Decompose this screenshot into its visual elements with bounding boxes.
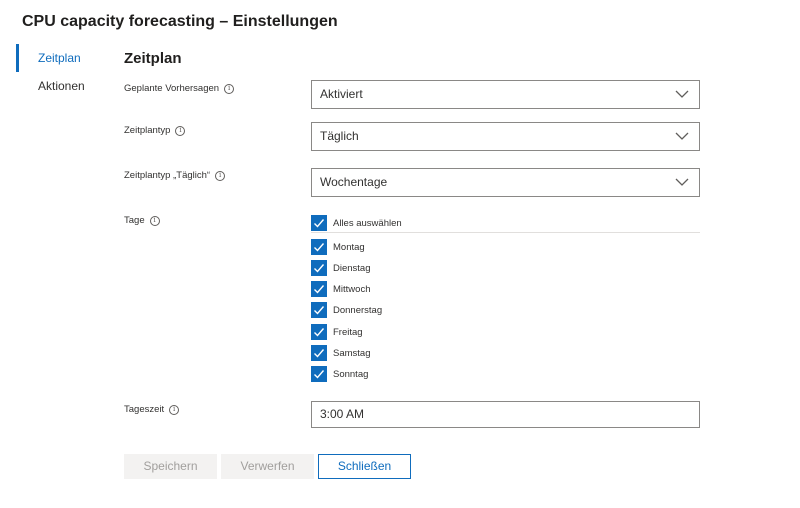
checkbox-checked[interactable] [311,260,327,276]
day-label: Dienstag [333,262,371,274]
checkmark-icon [314,306,325,315]
schedule-type-label-text: Zeitplantyp [124,125,171,136]
checkmark-icon [314,349,325,358]
checkbox-checked[interactable] [311,366,327,382]
chevron-down-icon [675,132,689,140]
daily-type-dropdown[interactable]: Wochentage [311,168,700,197]
schedule-type-value: Täglich [320,129,359,143]
info-icon[interactable]: i [149,215,160,226]
checkmark-icon [314,285,325,294]
save-button[interactable]: Speichern [124,454,217,479]
day-label: Samstag [333,347,371,359]
day-checkbox-montag[interactable]: Montag [311,238,365,256]
info-icon[interactable]: i [224,83,235,94]
checkbox-checked[interactable] [311,215,327,231]
schedule-type-dropdown[interactable]: Täglich [311,122,700,151]
time-of-day-label: Tageszeit i [124,404,180,415]
nav-item-zeitplan[interactable]: Zeitplan [14,44,114,72]
checkmark-icon [314,219,325,228]
page-title: CPU capacity forecasting – Einstellungen [22,13,338,30]
day-checkbox-sonntag[interactable]: Sonntag [311,365,368,383]
daily-type-label-text: Zeitplantyp „Täglich“ [124,170,211,181]
schedule-type-label: Zeitplantyp i [124,125,186,136]
scheduled-forecasts-label-text: Geplante Vorhersagen [124,83,220,94]
days-label: Tage i [124,215,160,226]
day-label: Mittwoch [333,283,371,295]
checkbox-checked[interactable] [311,345,327,361]
nav-item-aktionen[interactable]: Aktionen [14,72,114,100]
time-of-day-input[interactable]: 3:00 AM [311,401,700,428]
close-button[interactable]: Schließen [318,454,411,479]
checkbox-checked[interactable] [311,324,327,340]
checkmark-icon [314,370,325,379]
day-label: Montag [333,241,365,253]
info-icon[interactable]: i [215,170,226,181]
day-label: Donnerstag [333,304,383,316]
day-checkbox-samstag[interactable]: Samstag [311,344,371,362]
scheduled-forecasts-dropdown[interactable]: Aktiviert [311,80,700,109]
days-label-text: Tage [124,215,145,226]
chevron-down-icon [675,90,689,98]
scheduled-forecasts-label: Geplante Vorhersagen i [124,83,235,94]
checkbox-checked[interactable] [311,239,327,255]
checkbox-checked[interactable] [311,281,327,297]
day-label: Freitag [333,326,363,338]
checkmark-icon [314,328,325,337]
time-of-day-value: 3:00 AM [320,407,365,421]
checkmark-icon [314,264,325,273]
day-checkbox-mittwoch[interactable]: Mittwoch [311,280,370,298]
info-icon[interactable]: i [169,404,180,415]
daily-type-value: Wochentage [320,175,388,189]
settings-nav: Zeitplan Aktionen [14,44,114,100]
divider [311,232,700,233]
section-title: Zeitplan [124,50,182,67]
time-of-day-label-text: Tageszeit [124,404,165,415]
checkbox-checked[interactable] [311,302,327,318]
select-all-label: Alles auswählen [333,217,402,229]
discard-button[interactable]: Verwerfen [221,454,314,479]
checkmark-icon [314,243,325,252]
daily-type-label: Zeitplantyp „Täglich“ i [124,170,226,181]
day-checkbox-freitag[interactable]: Freitag [311,323,363,341]
select-all-checkbox[interactable]: Alles auswählen [311,214,402,232]
day-checkbox-dienstag[interactable]: Dienstag [311,259,371,277]
chevron-down-icon [675,178,689,186]
info-icon[interactable]: i [175,125,186,136]
day-checkbox-donnerstag[interactable]: Donnerstag [311,301,382,319]
scheduled-forecasts-value: Aktiviert [320,87,363,101]
day-label: Sonntag [333,368,369,380]
